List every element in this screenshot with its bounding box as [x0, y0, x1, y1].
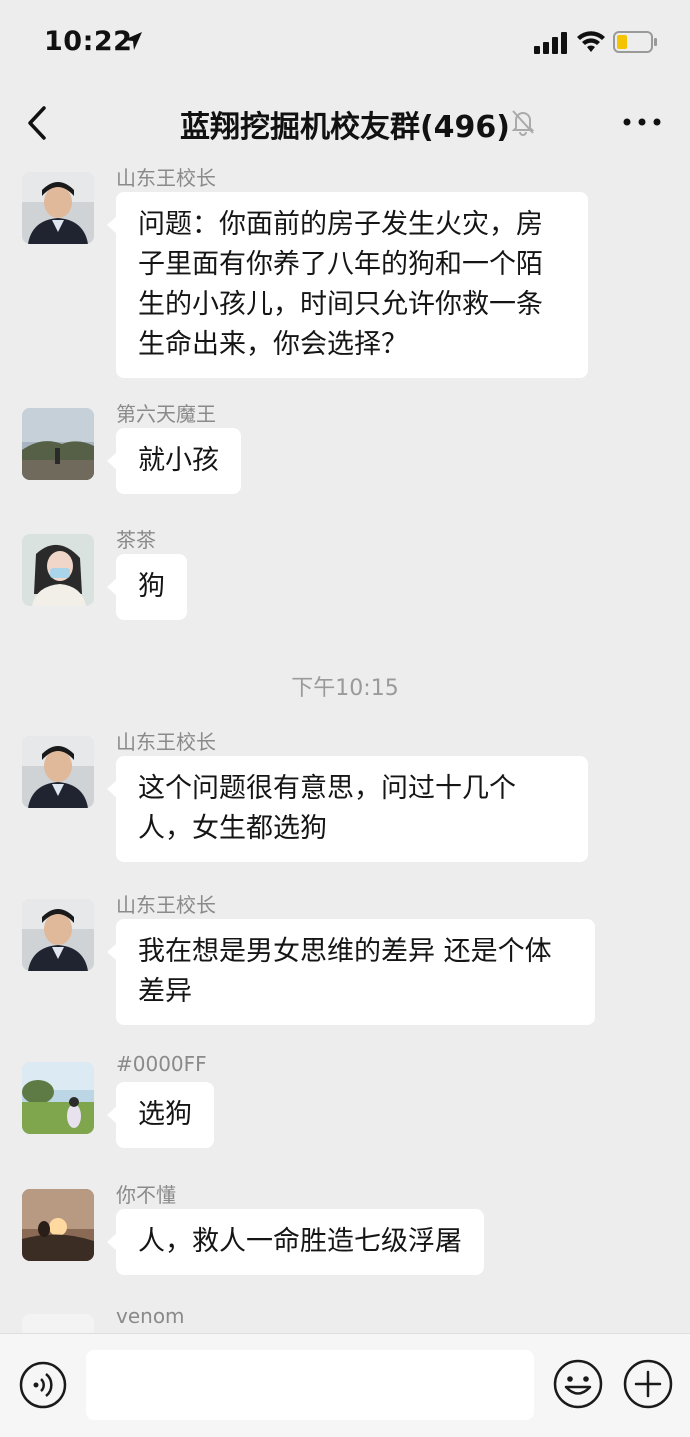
sender-name: 茶茶 — [116, 528, 156, 552]
message-bubble[interactable]: 就小孩 — [107, 428, 241, 494]
message-bubble[interactable]: 我在想是男女思维的差异 还是个体差异 — [107, 919, 595, 1025]
sender-name: 山东王校长 — [116, 730, 216, 754]
sender-name: 山东王校长 — [116, 893, 216, 917]
message-bubble[interactable]: 问题：你面前的房子发生火灾，房子里面有你养了八年的狗和一个陌生的小孩儿，时间只允… — [107, 192, 588, 378]
chat-title: 蓝翔挖掘机校友群(496) — [179, 110, 511, 145]
mute-bell-icon — [511, 110, 535, 136]
avatar[interactable] — [22, 408, 94, 480]
avatar[interactable] — [22, 1314, 94, 1333]
sender-name: 第六天魔王 — [116, 402, 216, 426]
input-bar — [0, 1333, 690, 1437]
avatar[interactable] — [22, 736, 94, 808]
sender-name: 你不懂 — [116, 1183, 176, 1207]
sender-name: venom — [116, 1304, 185, 1328]
more-dots-icon[interactable] — [622, 114, 662, 130]
chat-message-list[interactable]: 山东王校长 问题：你面前的房子发生火灾，房子里面有你养了八年的狗和一个陌生的小孩… — [0, 158, 690, 1333]
message-bubble[interactable]: 狗 — [107, 554, 187, 620]
message-bubble[interactable]: 选狗 — [107, 1082, 214, 1148]
avatar[interactable] — [22, 1062, 94, 1134]
signal-icon — [534, 32, 567, 54]
emoji-icon[interactable] — [552, 1358, 604, 1410]
avatar[interactable] — [22, 899, 94, 971]
plus-icon[interactable] — [622, 1358, 674, 1410]
avatar[interactable] — [22, 1189, 94, 1261]
message-input[interactable] — [86, 1350, 534, 1420]
sender-name: 山东王校长 — [116, 166, 216, 190]
chat-timestamp: 下午10:15 — [291, 676, 399, 701]
battery-low-icon — [613, 31, 657, 53]
avatar[interactable] — [22, 172, 94, 244]
avatar[interactable] — [22, 534, 94, 606]
message-bubble[interactable]: 人，救人一命胜造七级浮屠 — [107, 1209, 484, 1275]
voice-icon[interactable] — [18, 1360, 68, 1410]
status-time: 10:22 — [44, 26, 133, 57]
wifi-icon — [577, 31, 605, 52]
status-bar: 10:22 — [0, 0, 690, 88]
sender-name: #0000FF — [116, 1052, 207, 1076]
message-bubble[interactable]: 这个问题很有意思，问过十几个人，女生都选狗 — [107, 756, 588, 862]
location-arrow-icon — [124, 32, 142, 50]
nav-bar: 蓝翔挖掘机校友群(496) — [0, 88, 690, 158]
